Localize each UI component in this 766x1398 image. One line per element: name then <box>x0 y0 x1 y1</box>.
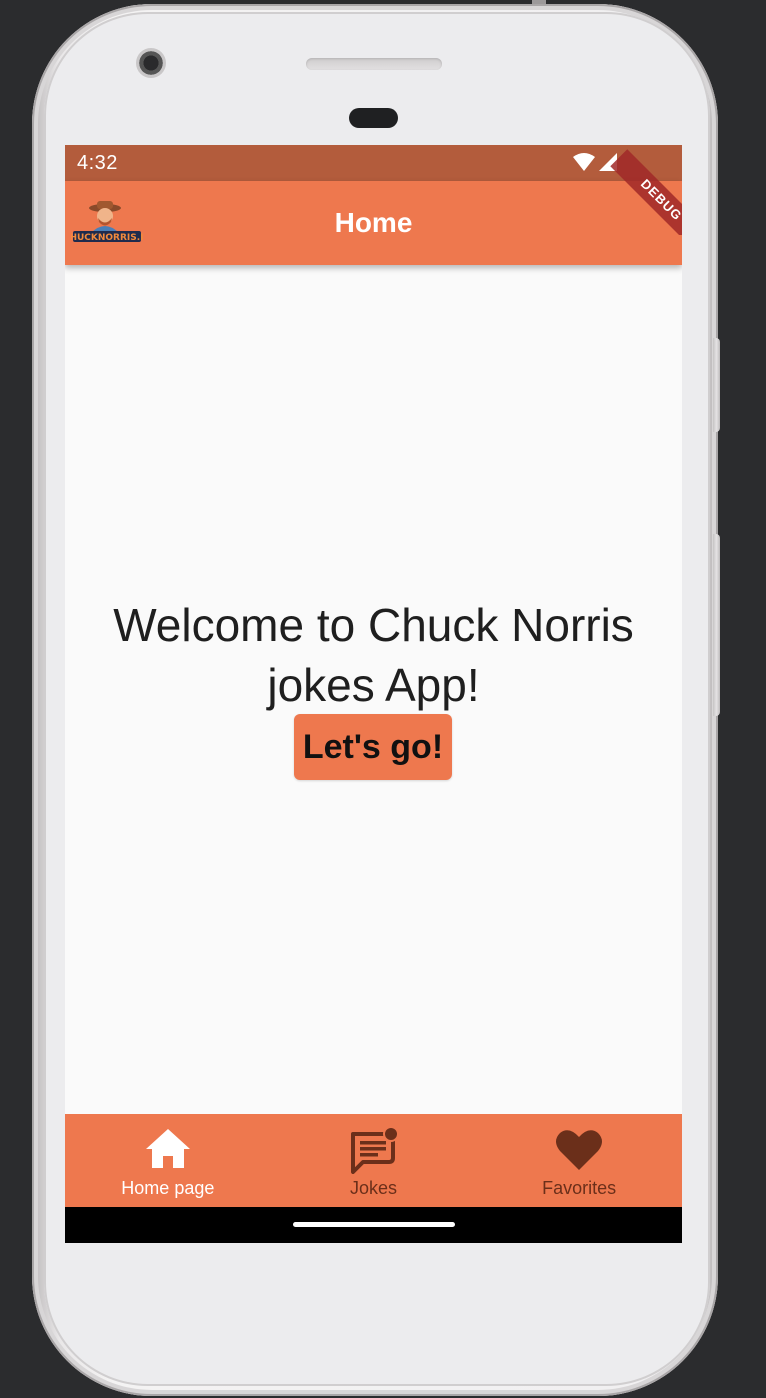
debug-banner-label: DEBUG <box>610 149 682 235</box>
proximity-sensor <box>349 108 398 128</box>
lets-go-button[interactable]: Let's go! <box>294 714 452 780</box>
chat-bubble-icon <box>350 1126 399 1174</box>
main-content: Welcome to Chuck Norris jokes App! Let's… <box>65 265 682 1114</box>
nav-item-favorites[interactable]: Favorites <box>476 1114 682 1207</box>
wifi-icon <box>573 153 595 171</box>
nav-item-home-page[interactable]: Home page <box>65 1114 271 1207</box>
nav-label-favorites: Favorites <box>542 1178 617 1198</box>
bottom-navigation: Home page Jokes Favorites <box>65 1114 682 1207</box>
device-frame: 4:32 CHUCKNORRIS.IO Home <box>0 0 766 1398</box>
volume-button[interactable] <box>713 534 720 716</box>
page-title: Home <box>334 207 413 238</box>
power-button[interactable] <box>713 338 720 432</box>
home-indicator[interactable] <box>293 1222 455 1227</box>
front-camera <box>136 48 166 78</box>
status-bar: 4:32 <box>65 145 682 181</box>
nav-label-jokes: Jokes <box>349 1178 398 1198</box>
welcome-text: Welcome to Chuck Norris jokes App! <box>113 599 634 711</box>
system-navigation-bar <box>65 1207 682 1243</box>
debug-banner: DEBUG <box>602 145 682 235</box>
home-icon <box>145 1129 190 1168</box>
status-time: 4:32 <box>77 152 118 174</box>
nav-item-jokes[interactable]: Jokes <box>271 1114 477 1207</box>
app-screen: 4:32 CHUCKNORRIS.IO Home <box>65 145 682 1243</box>
nav-label-home-page: Home page <box>121 1178 215 1198</box>
app-bar: CHUCKNORRIS.IO Home <box>65 181 682 265</box>
earpiece-speaker <box>306 58 442 70</box>
heart-icon <box>556 1130 603 1170</box>
